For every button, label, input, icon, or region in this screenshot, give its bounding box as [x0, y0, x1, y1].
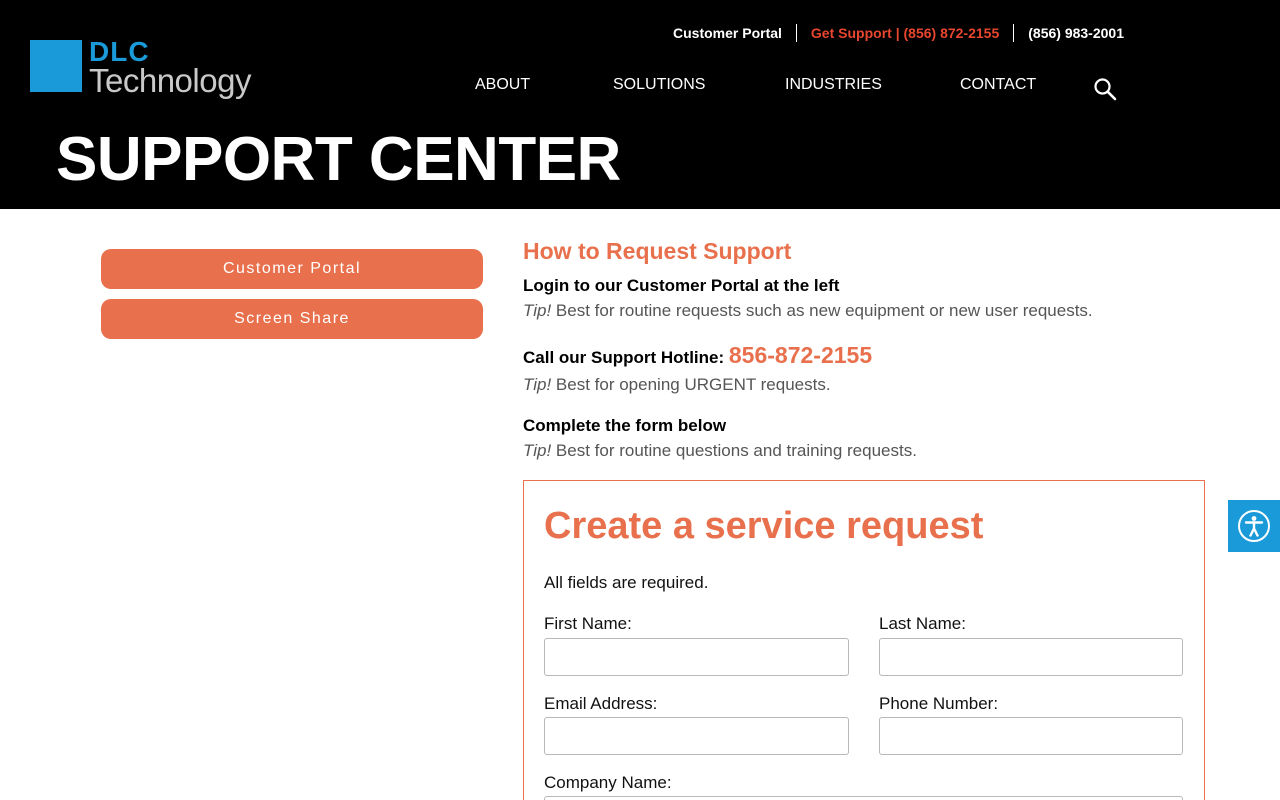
- step3-tip: Tip! Best for routine questions and trai…: [523, 441, 917, 461]
- phone-label: Phone Number:: [879, 694, 999, 713]
- tip-label: Tip!: [523, 301, 552, 320]
- last-name-label: Last Name:: [879, 614, 966, 633]
- step1-title: Login to our Customer Portal at the left: [523, 276, 840, 295]
- get-support-link[interactable]: Get Support | (856) 872-2155: [797, 25, 1013, 41]
- customer-portal-link[interactable]: Customer Portal: [673, 25, 796, 41]
- logo-mark: [30, 40, 82, 92]
- nav-item-industries[interactable]: INDUSTRIES: [785, 76, 882, 94]
- nav-item-solutions[interactable]: SOLUTIONS: [613, 76, 705, 94]
- last-name-input[interactable]: [879, 638, 1183, 676]
- form-title: Create a service request: [544, 505, 984, 547]
- form-note: All fields are required.: [544, 573, 709, 592]
- email-label: Email Address:: [544, 694, 658, 713]
- tip-label: Tip!: [523, 375, 552, 394]
- company-label: Company Name:: [544, 773, 672, 792]
- step2-tip: Tip! Best for opening URGENT requests.: [523, 375, 831, 395]
- dlc-logo[interactable]: DLC Technology: [30, 36, 260, 102]
- first-name-input[interactable]: [544, 638, 849, 676]
- accessibility-icon[interactable]: [1228, 500, 1280, 552]
- nav-item-contact[interactable]: CONTACT: [960, 76, 1036, 94]
- search-icon[interactable]: [1093, 77, 1117, 101]
- tip-text: Best for routine requests such as new eq…: [551, 301, 1093, 320]
- screen-share-button[interactable]: Screen Share: [101, 299, 483, 339]
- page-title: SUPPORT CENTER: [56, 125, 621, 194]
- logo-text-technology: Technology: [89, 62, 251, 99]
- utility-bar: Customer Portal Get Support | (856) 872-…: [673, 24, 1124, 42]
- tip-text: Best for opening URGENT requests.: [551, 375, 831, 394]
- step2-title: Call our Support Hotline: 856-872-2155: [523, 342, 872, 369]
- service-request-form: Create a service request All fields are …: [523, 480, 1205, 800]
- section-heading: How to Request Support: [523, 238, 792, 264]
- customer-portal-button[interactable]: Customer Portal: [101, 249, 483, 289]
- site-header: DLC Technology Customer Portal Get Suppo…: [0, 0, 1280, 209]
- tip-label: Tip!: [523, 441, 552, 460]
- nav-item-about[interactable]: ABOUT: [475, 76, 530, 94]
- first-name-label: First Name:: [544, 614, 632, 633]
- step3-title: Complete the form below: [523, 416, 727, 435]
- email-input[interactable]: [544, 717, 849, 755]
- step1-tip: Tip! Best for routine requests such as n…: [523, 301, 1093, 321]
- phone-link[interactable]: (856) 983-2001: [1014, 25, 1124, 41]
- hotline-number[interactable]: 856-872-2155: [729, 342, 872, 368]
- phone-input[interactable]: [879, 717, 1183, 755]
- company-input[interactable]: [544, 796, 1183, 800]
- tip-text: Best for routine questions and training …: [551, 441, 917, 460]
- hotline-label: Call our Support Hotline:: [523, 348, 725, 367]
